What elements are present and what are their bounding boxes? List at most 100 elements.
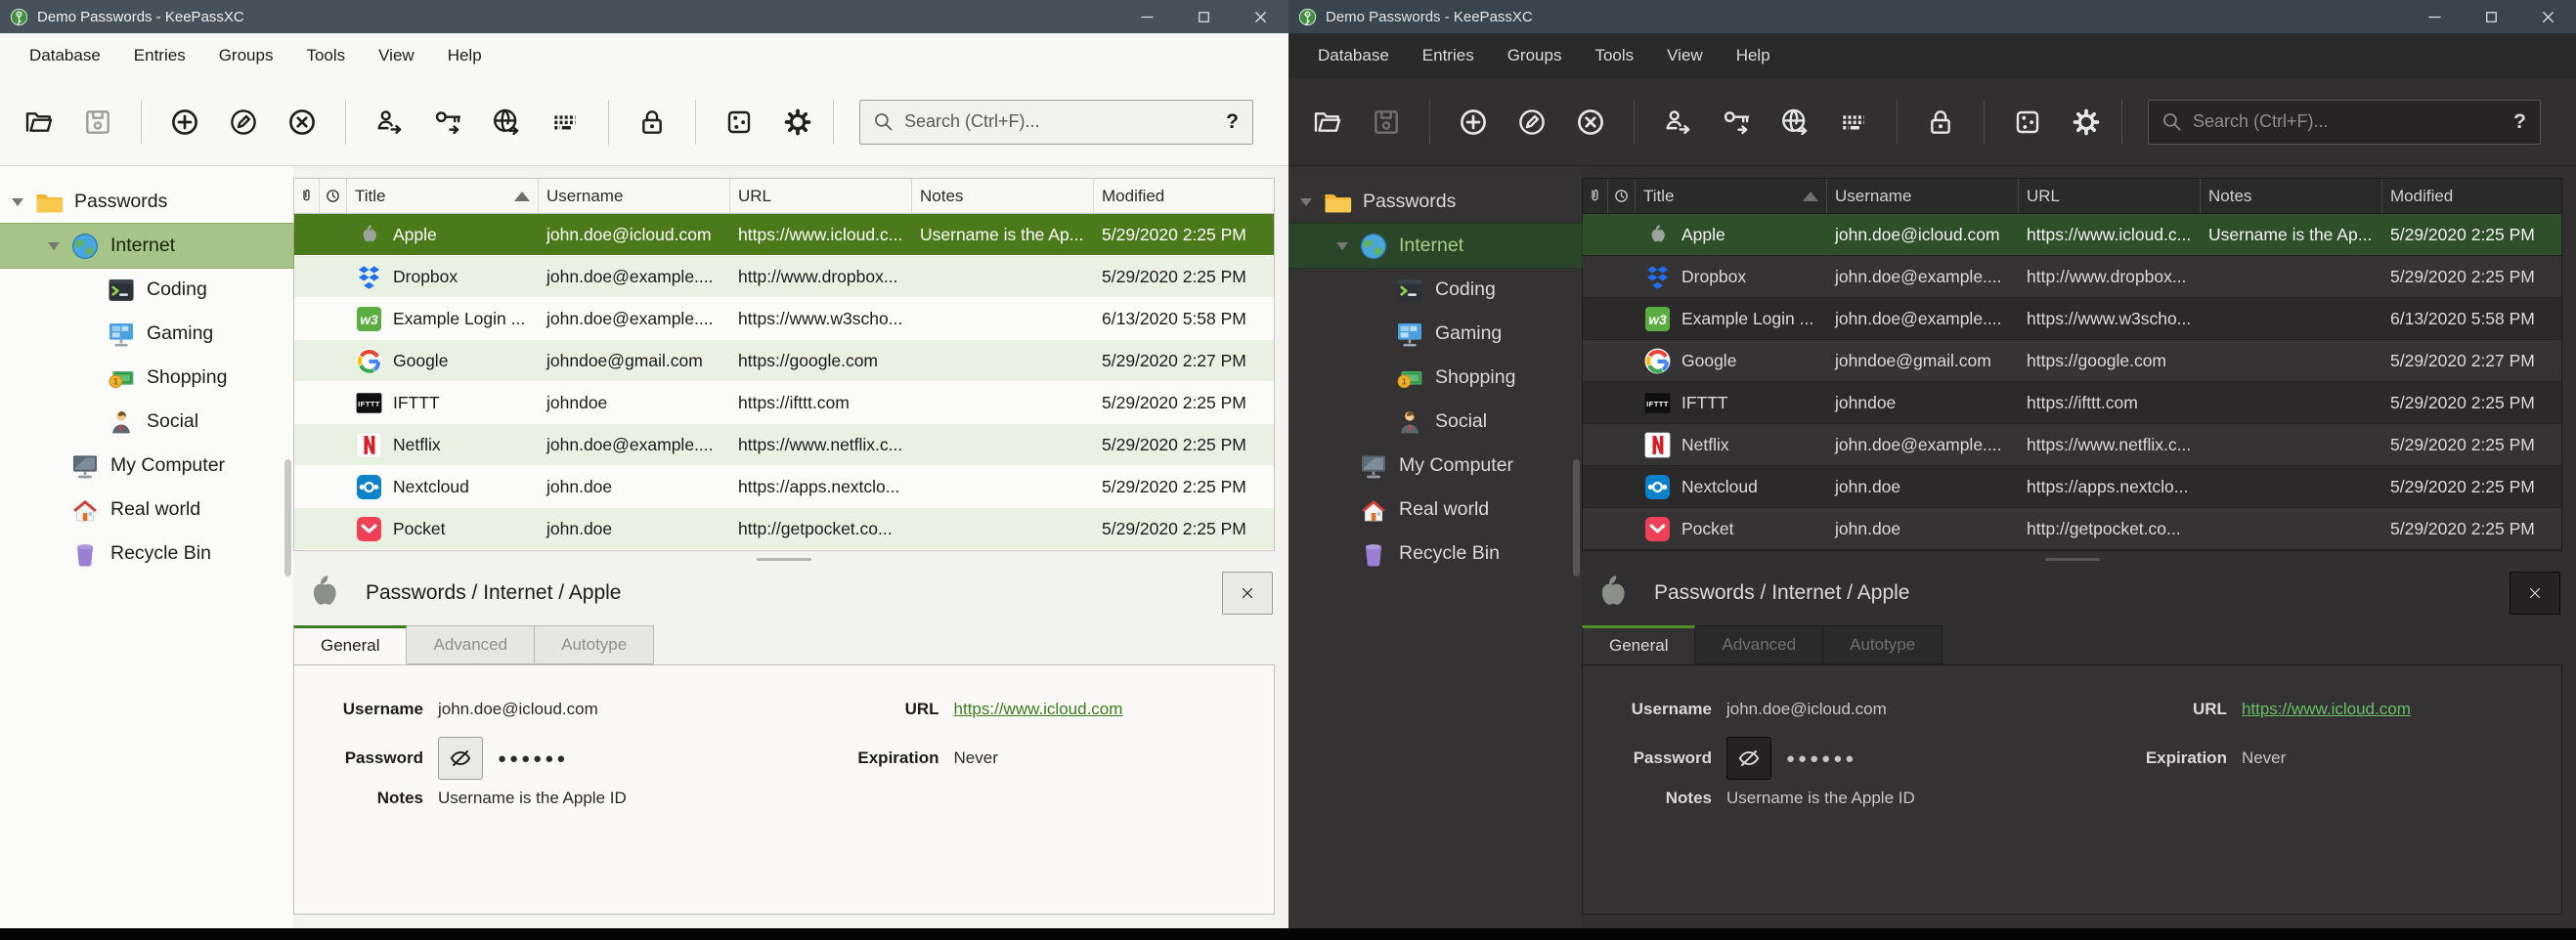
entry-row-dropbox[interactable]: Dropboxjohn.doe@example....http://www.dr… (1583, 256, 2561, 298)
group-social[interactable]: Social (0, 400, 293, 444)
group-recycle-bin[interactable]: Recycle Bin (1288, 532, 1582, 576)
group-real-world[interactable]: Real world (0, 488, 293, 532)
entry-row-example-login[interactable]: w3Example Login ...john.doe@example....h… (1583, 298, 2561, 340)
password-generator-button[interactable] (714, 97, 764, 148)
column-header-modified[interactable]: Modified (1094, 179, 1274, 213)
group-my-computer[interactable]: My Computer (1288, 444, 1582, 488)
tree-scrollbar[interactable] (284, 459, 291, 577)
preview-close-button[interactable] (2510, 572, 2560, 615)
expand-caret-icon[interactable] (1300, 198, 1312, 206)
entry-row-google[interactable]: Googlejohndoe@gmail.comhttps://google.co… (1583, 340, 2561, 382)
close-button[interactable] (1232, 0, 1288, 33)
column-header-title[interactable]: Title (347, 179, 539, 213)
entry-row-apple[interactable]: Applejohn.doe@icloud.comhttps://www.iclo… (294, 214, 1274, 256)
menu-entries[interactable]: Entries (118, 40, 201, 71)
search-input[interactable] (2193, 111, 2504, 132)
toggle-password-visibility-button[interactable] (438, 737, 483, 780)
delete-entry-button[interactable] (1565, 97, 1616, 148)
group-social[interactable]: Social (1288, 400, 1582, 444)
tab-general[interactable]: General (1582, 625, 1695, 664)
tab-autotype[interactable]: Autotype (1823, 625, 1943, 664)
search-help-icon[interactable]: ? (1226, 110, 1239, 134)
url-link[interactable]: https://www.icloud.com (2242, 700, 2411, 719)
search-box[interactable]: ? (859, 100, 1253, 145)
entry-row-nextcloud[interactable]: Nextcloudjohn.doehttps://apps.nextclo...… (1583, 466, 2561, 508)
column-header-title[interactable]: Title (1636, 179, 1827, 213)
expiration-column-header[interactable] (1608, 179, 1636, 213)
group-passwords[interactable]: Passwords (1288, 180, 1582, 224)
preview-close-button[interactable] (1222, 572, 1273, 615)
entry-row-pocket[interactable]: Pocketjohn.doehttp://getpocket.co...5/29… (1583, 508, 2561, 550)
add-entry-button[interactable] (159, 97, 210, 148)
expand-caret-icon[interactable] (1336, 242, 1348, 250)
maximize-button[interactable] (2463, 0, 2519, 33)
lock-database-button[interactable] (1915, 97, 1966, 148)
menu-groups[interactable]: Groups (1492, 40, 1578, 71)
close-button[interactable] (2519, 0, 2576, 33)
tab-autotype[interactable]: Autotype (535, 625, 654, 664)
entry-row-netflix[interactable]: Netflixjohn.doe@example....https://www.n… (294, 424, 1274, 466)
entry-row-pocket[interactable]: Pocketjohn.doehttp://getpocket.co...5/29… (294, 508, 1274, 550)
open-database-button[interactable] (14, 97, 65, 148)
group-internet[interactable]: Internet (1288, 224, 1582, 268)
search-input[interactable] (904, 111, 1216, 132)
maximize-button[interactable] (1175, 0, 1232, 33)
menu-tools[interactable]: Tools (290, 40, 361, 71)
group-gaming[interactable]: Gaming (0, 312, 293, 356)
minimize-button[interactable] (1118, 0, 1175, 33)
column-header-modified[interactable]: Modified (2382, 179, 2561, 213)
search-help-icon[interactable]: ? (2513, 110, 2526, 134)
minimize-button[interactable] (2406, 0, 2463, 33)
edit-entry-button[interactable] (218, 97, 269, 148)
entry-row-dropbox[interactable]: Dropboxjohn.doe@example....http://www.dr… (294, 256, 1274, 298)
add-entry-button[interactable] (1448, 97, 1499, 148)
menu-database[interactable]: Database (1302, 40, 1405, 71)
expiration-column-header[interactable] (320, 179, 347, 213)
entry-row-google[interactable]: Googlejohndoe@gmail.comhttps://google.co… (294, 340, 1274, 382)
group-gaming[interactable]: Gaming (1288, 312, 1582, 356)
group-coding[interactable]: Coding (1288, 268, 1582, 312)
menu-help[interactable]: Help (1721, 40, 1786, 71)
entry-row-apple[interactable]: Applejohn.doe@icloud.comhttps://www.iclo… (1583, 214, 2561, 256)
toggle-password-visibility-button[interactable] (1726, 737, 1771, 780)
group-passwords[interactable]: Passwords (0, 180, 293, 224)
column-header-username[interactable]: Username (539, 179, 730, 213)
menu-database[interactable]: Database (14, 40, 116, 71)
edit-entry-button[interactable] (1506, 97, 1557, 148)
group-internet[interactable]: Internet (0, 224, 293, 268)
copy-url-button[interactable] (1769, 97, 1820, 148)
menu-view[interactable]: View (363, 40, 430, 71)
menu-help[interactable]: Help (432, 40, 498, 71)
copy-username-button[interactable] (1652, 97, 1703, 148)
splitter-handle[interactable] (293, 551, 1275, 567)
group-recycle-bin[interactable]: Recycle Bin (0, 532, 293, 576)
save-database-button[interactable] (72, 97, 123, 148)
group-shopping[interactable]: 1Shopping (1288, 356, 1582, 400)
delete-entry-button[interactable] (277, 97, 327, 148)
group-my-computer[interactable]: My Computer (0, 444, 293, 488)
open-database-button[interactable] (1302, 97, 1353, 148)
settings-button[interactable] (772, 97, 823, 148)
perform-autotype-button[interactable] (540, 97, 590, 148)
expand-caret-icon[interactable] (48, 242, 60, 250)
tab-advanced[interactable]: Advanced (407, 625, 535, 664)
url-link[interactable]: https://www.icloud.com (954, 700, 1123, 719)
entry-row-ifttt[interactable]: IFTTTIFTTTjohndoehttps://ifttt.com5/29/2… (1583, 382, 2561, 424)
column-header-username[interactable]: Username (1827, 179, 2019, 213)
copy-password-button[interactable] (1711, 97, 1762, 148)
column-header-url[interactable]: URL (2019, 179, 2201, 213)
splitter-handle[interactable] (1582, 551, 2562, 567)
menu-entries[interactable]: Entries (1407, 40, 1490, 71)
attachment-column-header[interactable] (294, 179, 320, 213)
menu-groups[interactable]: Groups (203, 40, 289, 71)
tab-advanced[interactable]: Advanced (1695, 625, 1823, 664)
copy-url-button[interactable] (481, 97, 532, 148)
entry-row-example-login[interactable]: w3Example Login ...john.doe@example....h… (294, 298, 1274, 340)
entry-row-netflix[interactable]: Netflixjohn.doe@example....https://www.n… (1583, 424, 2561, 466)
menu-tools[interactable]: Tools (1579, 40, 1649, 71)
group-shopping[interactable]: 1Shopping (0, 356, 293, 400)
tab-general[interactable]: General (293, 625, 407, 664)
attachment-column-header[interactable] (1583, 179, 1608, 213)
password-generator-button[interactable] (2002, 97, 2053, 148)
group-real-world[interactable]: Real world (1288, 488, 1582, 532)
